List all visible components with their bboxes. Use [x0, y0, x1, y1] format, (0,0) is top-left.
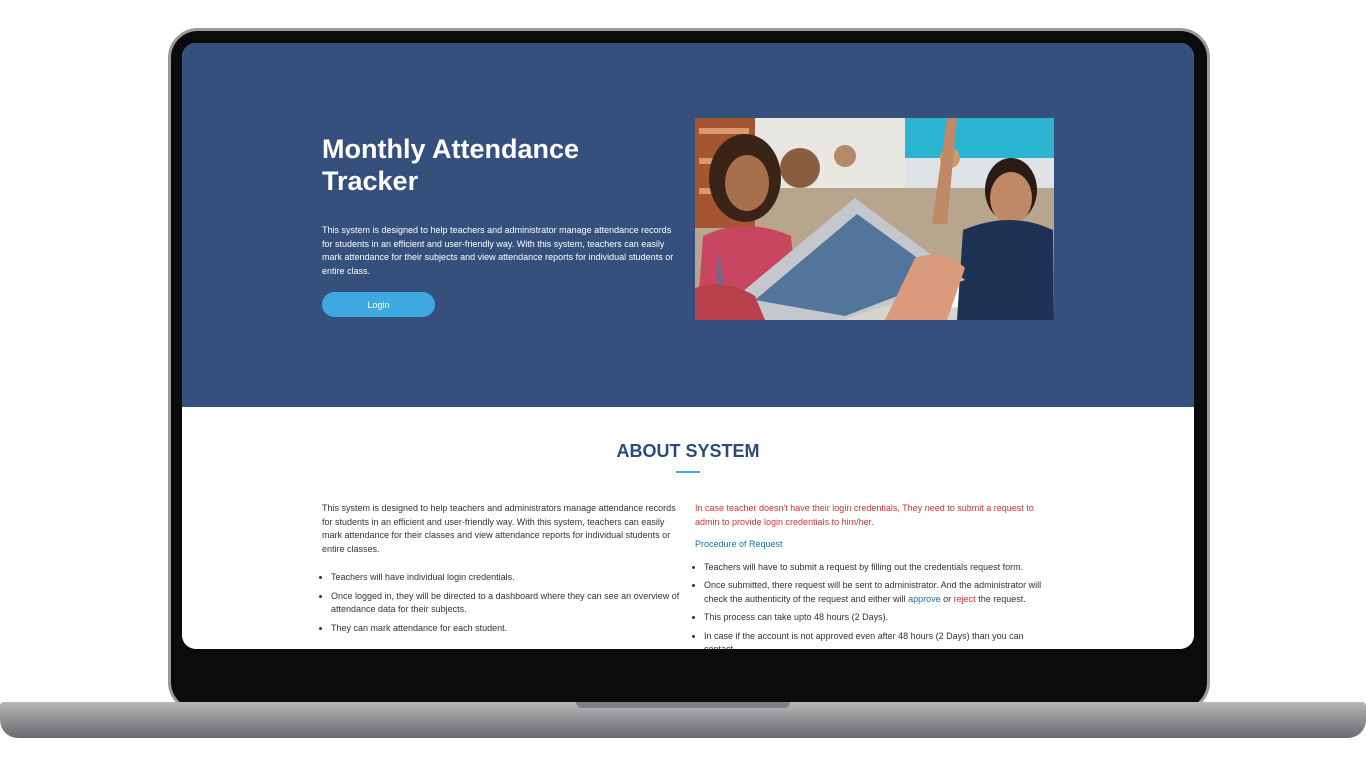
laptop-notch: [576, 702, 790, 708]
step-text: the request.: [975, 593, 1026, 604]
hero-section: Monthly Attendance Tracker This system i…: [182, 43, 1194, 407]
about-title: ABOUT SYSTEM: [616, 441, 760, 461]
list-item: Once submitted, there request will be se…: [704, 579, 1055, 606]
list-item: Teachers will have to submit a request b…: [704, 561, 1055, 575]
features-list: Teachers will have individual login cred…: [322, 571, 684, 635]
title-underline: [676, 471, 700, 473]
step-text: or: [940, 593, 954, 604]
reject-link[interactable]: reject: [954, 594, 976, 604]
about-section: ABOUT SYSTEM This system is designed to …: [182, 407, 1194, 649]
list-item: They can mark attendance for each studen…: [331, 622, 684, 636]
hero-description: This system is designed to help teachers…: [322, 225, 674, 276]
credentials-notice: In case teacher doesn't have their login…: [695, 503, 1034, 527]
login-button[interactable]: Login: [322, 292, 435, 317]
about-intro: This system is designed to help teachers…: [322, 503, 676, 554]
hero-title: Monthly Attendance Tracker: [322, 134, 580, 196]
list-item: In case if the account is not approved e…: [704, 630, 1055, 650]
procedure-link[interactable]: Procedure of Request: [695, 538, 1055, 552]
approve-link[interactable]: approve: [908, 594, 941, 604]
procedure-steps-list: Teachers will have to submit a request b…: [695, 561, 1055, 650]
list-item: This process can take upto 48 hours (2 D…: [704, 611, 1055, 625]
list-item: Teachers will have individual login cred…: [331, 571, 684, 585]
about-left-column: This system is designed to help teachers…: [322, 502, 684, 640]
classroom-photo: [695, 118, 1054, 320]
list-item: Once logged in, they will be directed to…: [331, 590, 684, 617]
laptop-screen: Monthly Attendance Tracker This system i…: [182, 43, 1194, 649]
about-right-column: In case teacher doesn't have their login…: [695, 502, 1055, 649]
